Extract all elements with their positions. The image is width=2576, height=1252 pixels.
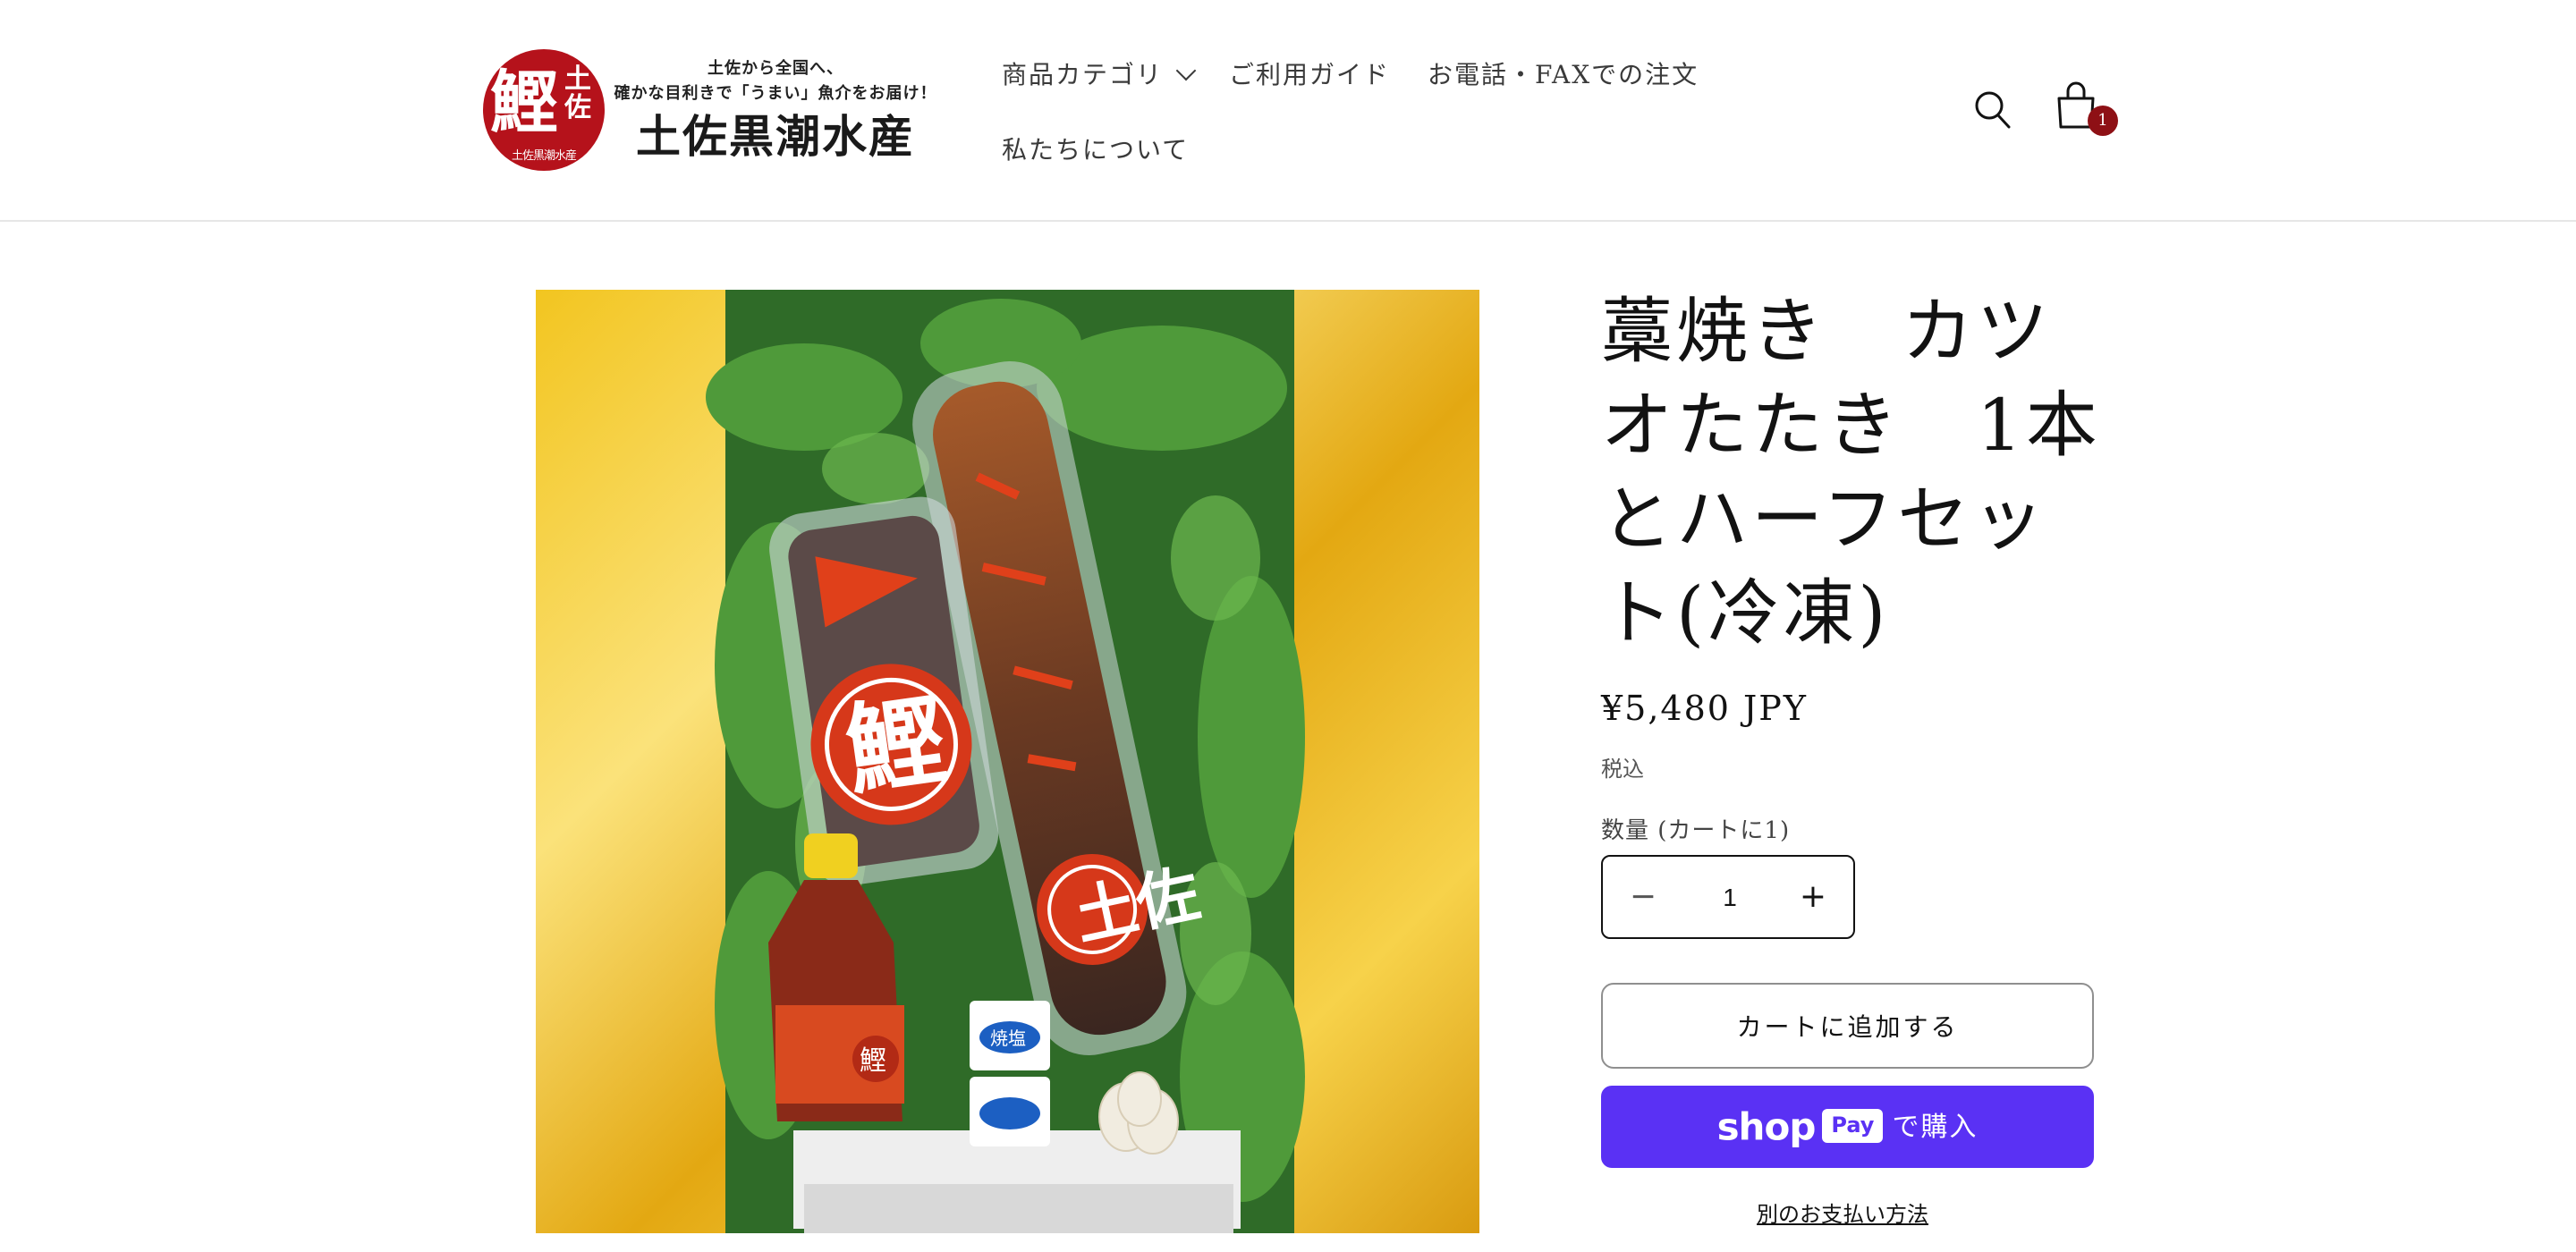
bottle-label: 鰹 — [860, 1045, 886, 1077]
chevron-down-icon — [1175, 60, 1197, 81]
more-payment-options-link[interactable]: 別のお支払い方法 — [1757, 1197, 1928, 1228]
quantity-label: 数量 (カートに1) — [1601, 817, 1791, 844]
quantity-stepper: − + — [1601, 855, 1855, 939]
product-photo: 土佐 鰹 鰹 焼塩 — [536, 290, 1479, 1233]
cart-count-badge: 1 — [2088, 106, 2118, 136]
logo-tagline-1: 土佐から全国へ、 — [708, 59, 843, 78]
search-button[interactable] — [1973, 88, 2012, 132]
nav-item-phone-order[interactable]: お電話・FAXでの注文 — [1428, 55, 1699, 91]
quantity-increase-button[interactable]: + — [1773, 857, 1853, 937]
product-title: 藁焼き カツオたたき 1本とハーフセット(冷凍) — [1601, 290, 2101, 655]
site-header: 鰹 土佐 土佐黒潮水産 土佐から全国へ、 確かな目利きで「うまい」魚介をお届け！… — [0, 0, 2576, 222]
logo-tagline-2: 確かな目利きで「うまい」魚介をお届け！ — [614, 84, 937, 103]
logo-seal: 鰹 土佐 土佐黒潮水産 — [483, 49, 605, 171]
shop-pay-content: shop Pay で購入 — [1601, 1086, 2094, 1168]
tax-note: 税込 — [1601, 757, 1644, 782]
shop-pay-suffix: で購入 — [1892, 1111, 1979, 1143]
search-icon — [1975, 91, 2011, 129]
quantity-input[interactable] — [1683, 875, 1776, 921]
logo-seal-ring-text: 土佐黒潮水産 — [511, 149, 577, 163]
nav-item-about[interactable]: 私たちについて — [1002, 131, 1189, 166]
cart-button[interactable]: 1 — [2054, 79, 2118, 140]
quantity-decrease-button[interactable]: − — [1603, 857, 1683, 937]
logo-seal-main-char: 鰹 — [490, 63, 558, 142]
salt-packet-label: 焼塩 — [990, 1028, 1026, 1049]
shop-pay-button[interactable]: shop Pay で購入 — [1601, 1086, 2094, 1168]
shop-pay-brand: shop — [1716, 1104, 1817, 1149]
logo-brand-name: 土佐黒潮水産 — [636, 110, 915, 163]
product-price: ¥5,480 JPY — [1601, 689, 1808, 728]
nav-item-categories[interactable]: 商品カテゴリ — [1002, 55, 1197, 91]
package-label-big: 鰹 — [839, 681, 953, 809]
shop-pay-chip: Pay — [1822, 1108, 1884, 1143]
nav-item-label: 商品カテゴリ — [1002, 60, 1164, 89]
add-to-cart-button[interactable]: カートに追加する — [1601, 983, 2094, 1069]
product-image[interactable]: 土佐 鰹 鰹 焼塩 — [536, 290, 1479, 1233]
store-logo[interactable]: 鰹 土佐 土佐黒潮水産 土佐から全国へ、 確かな目利きで「うまい」魚介をお届け！… — [481, 47, 937, 177]
logo-seal-side-chars: 土佐 — [564, 63, 591, 123]
nav-item-guide[interactable]: ご利用ガイド — [1229, 55, 1390, 91]
